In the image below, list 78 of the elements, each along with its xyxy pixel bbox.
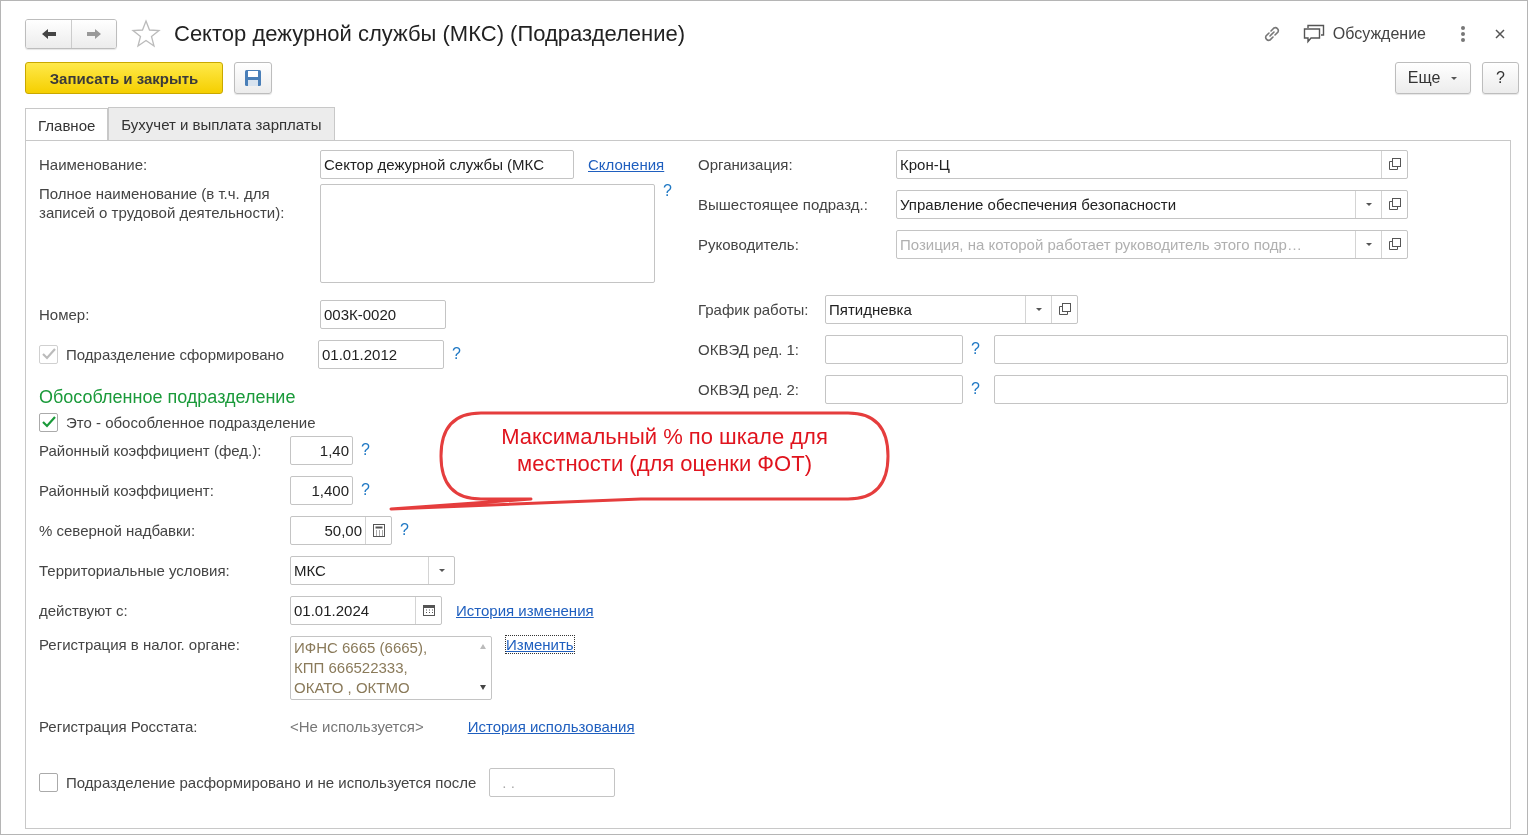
caret-icon xyxy=(1364,241,1373,247)
more-button[interactable]: Еще xyxy=(1395,62,1471,94)
okved-code-field[interactable] xyxy=(825,334,963,364)
field-label: Районный коэффициент: xyxy=(39,481,215,499)
save-button[interactable] xyxy=(234,62,272,94)
field-label: Районный коэффициент (фед.): xyxy=(39,441,263,459)
section-title: Обособленное подразделение xyxy=(39,386,296,408)
discussion-button[interactable]: Обсуждение xyxy=(1302,24,1426,44)
help-mark[interactable]: ? xyxy=(663,182,672,200)
parent-unit-dropdown[interactable]: Управление обеспечения безопасности xyxy=(896,189,1408,219)
star-icon[interactable] xyxy=(131,19,161,49)
date-field[interactable]: 01.01.2024 xyxy=(290,595,442,625)
number-field[interactable]: 1,40 xyxy=(290,435,353,465)
okved-name-field[interactable] xyxy=(993,334,1508,364)
help-mark[interactable]: ? xyxy=(361,481,370,499)
full-name-field[interactable] xyxy=(320,184,655,283)
number-field[interactable]: 003К-0020 xyxy=(320,299,446,329)
caret-icon xyxy=(1450,75,1459,81)
caret-icon xyxy=(1364,201,1373,207)
back-button[interactable] xyxy=(26,20,71,48)
okved-name-field[interactable] xyxy=(993,374,1508,404)
okved-code-field[interactable] xyxy=(825,374,963,404)
field-label: График работы: xyxy=(698,300,810,318)
save-and-close-button[interactable]: Записать и закрыть xyxy=(25,62,223,94)
organization-field[interactable]: Крон-Ц xyxy=(896,149,1408,179)
field-label: Наименование: xyxy=(39,155,149,173)
field-label: % северной надбавки: xyxy=(39,521,197,539)
right-arrow-icon xyxy=(86,28,102,40)
field-label: Руководитель: xyxy=(698,235,800,253)
checkbox-label: Это - обособленное подразделение xyxy=(66,413,316,431)
close-icon[interactable] xyxy=(1494,28,1506,40)
declensions-link[interactable]: Склонения xyxy=(588,155,665,173)
field-label: Организация: xyxy=(698,155,794,173)
left-arrow-icon xyxy=(40,28,57,40)
checkbox[interactable] xyxy=(39,772,58,792)
help-button[interactable]: ? xyxy=(1482,62,1519,94)
help-mark[interactable]: ? xyxy=(971,380,980,398)
chat-icon xyxy=(1302,24,1325,44)
field-label: Номер: xyxy=(39,305,91,323)
usage-history-link[interactable]: История использования xyxy=(467,717,635,735)
name-field[interactable]: Сектор дежурной службы (МКС xyxy=(320,149,574,179)
number-field[interactable]: 1,400 xyxy=(290,475,353,505)
rosstat-value: <Не используется> xyxy=(290,717,424,735)
field-label: ОКВЭД ред. 1: xyxy=(698,340,800,358)
calendar-icon xyxy=(422,604,435,616)
tab[interactable]: Главное xyxy=(25,108,109,141)
scroll-down-icon[interactable] xyxy=(480,685,486,690)
checkbox[interactable] xyxy=(39,412,58,432)
field-label: Территориальные условия: xyxy=(39,561,231,579)
caret-icon xyxy=(437,567,446,573)
callout-text: Максимальный % по шкале для местности (для оценки ФОТ) xyxy=(500,423,829,477)
more-icon[interactable] xyxy=(1460,25,1466,43)
field-label: действуют с: xyxy=(39,601,129,619)
caret-icon xyxy=(1034,306,1043,312)
help-mark[interactable]: ? xyxy=(971,340,980,358)
tab[interactable]: Бухучет и выплата зарплаты xyxy=(108,107,335,140)
copy-icon xyxy=(1388,158,1401,170)
copy-icon xyxy=(1388,198,1401,210)
help-mark[interactable]: ? xyxy=(361,441,370,459)
field-label: Регистрация в налог. органе: xyxy=(39,636,241,653)
window-title: Сектор дежурной службы (МКС) (Подразделение) xyxy=(174,21,686,47)
field-label: ОКВЭД ред. 2: xyxy=(698,380,800,398)
tax-registration-field[interactable]: ИФНС 6665 (6665), КПП 666522333, ОКАТО , ОКТМО xyxy=(290,636,492,700)
checkbox-label: Подразделение расформировано и не используется после xyxy=(66,773,477,791)
help-mark[interactable]: ? xyxy=(400,521,409,539)
change-link[interactable]: Изменить xyxy=(506,636,574,653)
field-label: Полное наименование (в т.ч. для записей о трудовой деятельности): xyxy=(39,184,286,222)
field-label: Регистрация Росстата: xyxy=(39,717,199,735)
calculator-icon xyxy=(372,523,385,537)
copy-icon xyxy=(1388,238,1401,250)
checkbox-label: Подразделение сформировано xyxy=(66,345,285,363)
field-label: Вышестоящее подразд.: xyxy=(698,195,869,213)
copy-icon xyxy=(1058,303,1071,315)
change-history-link[interactable]: История изменения xyxy=(456,601,594,619)
schedule-dropdown[interactable]: Пятидневка xyxy=(825,294,1078,324)
scroll-up-icon[interactable] xyxy=(480,644,486,649)
percent-field[interactable]: 50,00 xyxy=(290,515,392,545)
territory-dropdown[interactable]: МКС xyxy=(290,555,455,585)
